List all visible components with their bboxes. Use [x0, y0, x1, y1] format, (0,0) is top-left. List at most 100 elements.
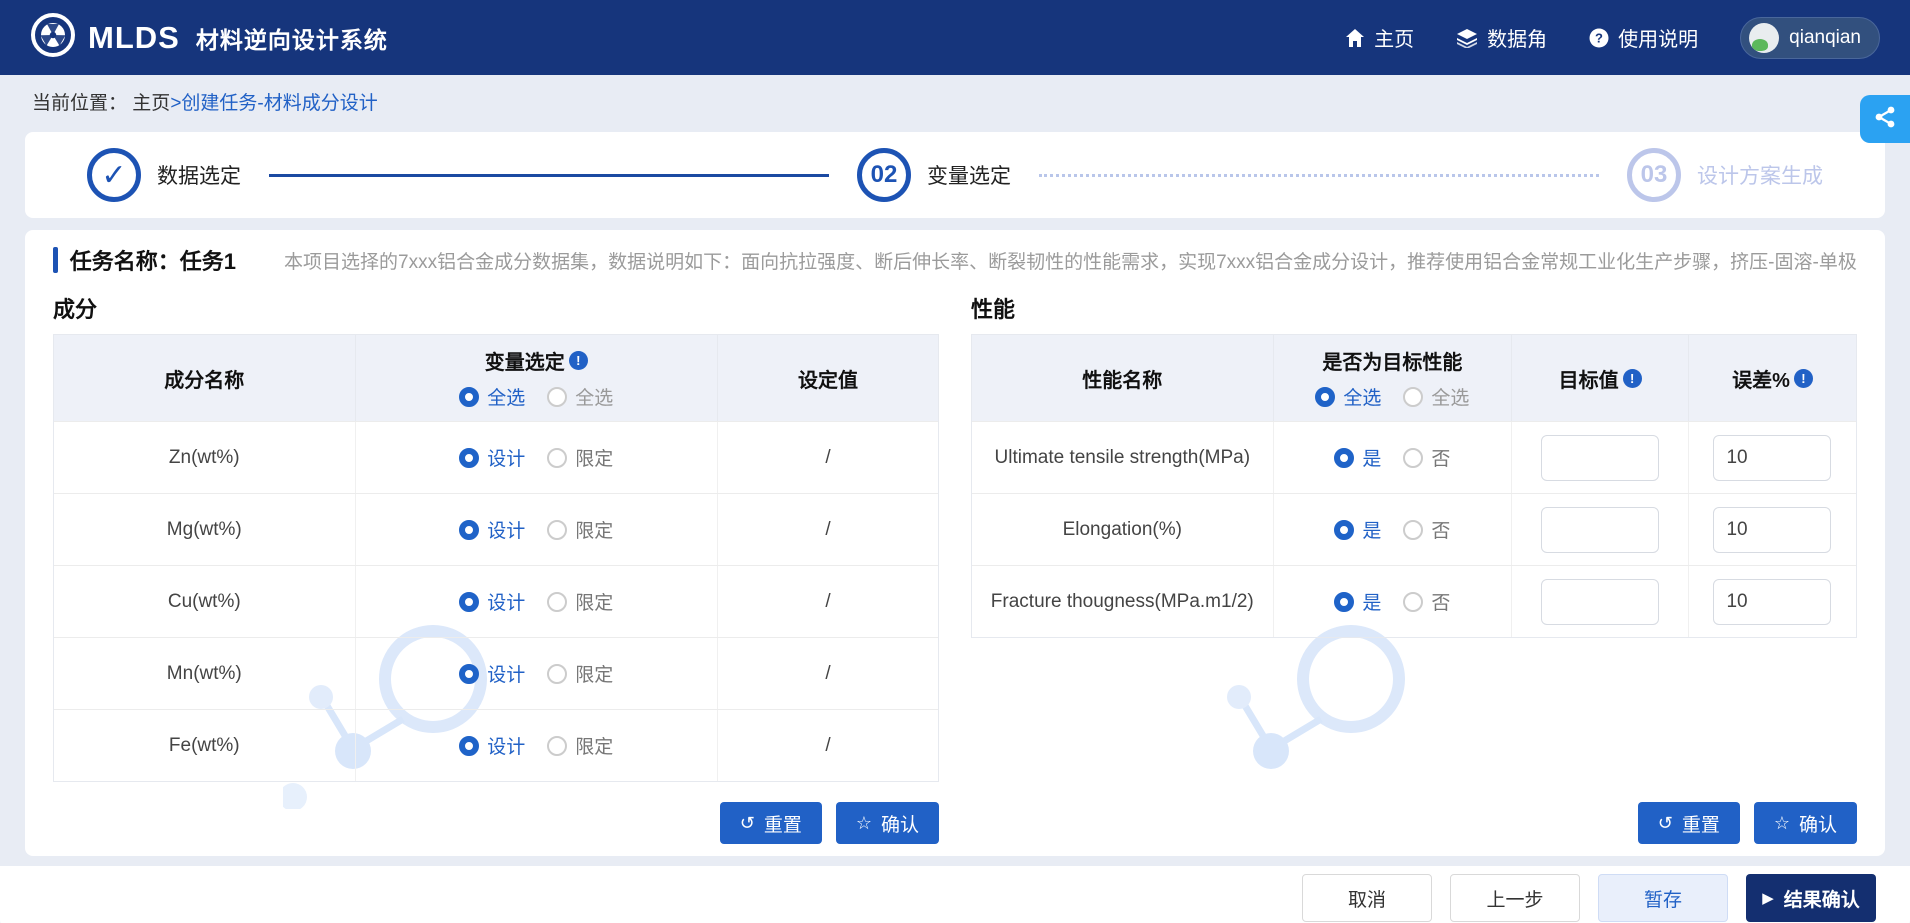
yes-radio[interactable]: 是	[1334, 516, 1381, 543]
no-radio[interactable]: 否	[1403, 444, 1450, 471]
radio-label: 否	[1431, 516, 1450, 543]
help-icon: ?	[1589, 28, 1609, 48]
target-value-input[interactable]	[1541, 579, 1659, 625]
layers-icon	[1456, 28, 1478, 48]
design-radio[interactable]: 设计	[459, 660, 525, 687]
step-1-data-selection: ✓ 数据选定	[87, 148, 241, 202]
target-value-input[interactable]	[1541, 507, 1659, 553]
performance-table-header: 性能名称 是否为目标性能 全选 全选 目标值! 误差%!	[972, 335, 1856, 421]
nav-item-help[interactable]: ? 使用说明	[1589, 23, 1698, 52]
component-name: Mn(wt%)	[167, 663, 242, 685]
set-value: /	[825, 519, 830, 541]
share-float-button[interactable]	[1860, 95, 1910, 143]
yes-radio[interactable]: 是	[1334, 588, 1381, 615]
component-name: Zn(wt%)	[169, 447, 240, 469]
composition-table: 成分名称 变量选定! 全选 全选 设定值 Zn(wt%)	[53, 334, 939, 782]
share-nodes-icon	[1872, 104, 1898, 135]
button-label: 重置	[1682, 810, 1720, 837]
info-icon[interactable]: !	[1794, 369, 1813, 388]
no-radio[interactable]: 否	[1403, 516, 1450, 543]
user-menu[interactable]: qianqian	[1740, 17, 1880, 59]
nav-item-home[interactable]: 主页	[1345, 23, 1414, 52]
target-value-input[interactable]	[1541, 435, 1659, 481]
radio-label: 全选	[487, 383, 525, 410]
design-radio[interactable]: 设计	[459, 516, 525, 543]
performance-panel: 性能 性能名称 是否为目标性能 全选	[971, 284, 1857, 844]
performance-confirm-button[interactable]: ☆ 确认	[1754, 802, 1857, 844]
star-icon: ☆	[1774, 814, 1790, 832]
limit-radio[interactable]: 限定	[547, 660, 613, 687]
table-row: Mg(wt%) 设计 限定 /	[54, 493, 938, 565]
confirm-result-button[interactable]: ▶结果确认	[1746, 874, 1876, 922]
svg-text:?: ?	[1595, 30, 1603, 45]
molecule-watermark	[1201, 619, 1431, 814]
dataset-description: 本项目选择的7xxx铝合金成分数据集，数据说明如下：面向抗拉强度、断后伸长率、断…	[284, 247, 1857, 274]
title-accent-bar	[53, 247, 58, 273]
select-all-limit-radio[interactable]: 全选	[547, 383, 613, 410]
radio-label: 设计	[487, 588, 525, 615]
table-row: Elongation(%) 是 否	[972, 493, 1856, 565]
info-icon[interactable]: !	[569, 351, 588, 370]
radio-label: 设计	[487, 732, 525, 759]
radio-label: 否	[1431, 588, 1450, 615]
design-radio[interactable]: 设计	[459, 444, 525, 471]
table-row: Fracture thougness(MPa.m1/2) 是 否	[972, 565, 1856, 637]
step-connector-dotted	[1039, 174, 1599, 177]
design-radio[interactable]: 设计	[459, 588, 525, 615]
radio-on-icon	[459, 387, 479, 407]
radio-label: 是	[1362, 588, 1381, 615]
task-name-value: 任务1	[180, 244, 236, 276]
info-icon[interactable]: !	[1623, 369, 1642, 388]
limit-radio[interactable]: 限定	[547, 732, 613, 759]
limit-radio[interactable]: 限定	[547, 516, 613, 543]
breadcrumb-current[interactable]: 创建任务-材料成分设计	[181, 93, 377, 114]
breadcrumb-root[interactable]: 主页	[132, 93, 170, 114]
breadcrumb-separator: >	[170, 93, 181, 114]
error-percent-input[interactable]	[1713, 507, 1831, 553]
previous-step-button[interactable]: 上一步	[1450, 874, 1580, 922]
radio-on-icon	[459, 520, 479, 540]
button-label: 确认	[1799, 810, 1837, 837]
button-label: 结果确认	[1784, 885, 1860, 912]
composition-panel: 成分 成分名称 变量选定!	[53, 284, 939, 844]
composition-table-header: 成分名称 变量选定! 全选 全选 设定值	[54, 335, 938, 421]
radio-off-icon	[547, 592, 567, 612]
select-all-no-radio[interactable]: 全选	[1403, 383, 1469, 410]
nav-menu: 主页 数据角 ? 使用说明 qianqian	[1345, 17, 1880, 59]
step-indicator: ✓ 数据选定 02 变量选定 03 设计方案生成	[25, 132, 1885, 218]
radio-on-icon	[1334, 448, 1354, 468]
top-navbar: MLDS 材料逆向设计系统 主页 数据角 ? 使用说明 qianqian	[0, 0, 1910, 75]
error-percent-input[interactable]	[1713, 579, 1831, 625]
step-2-variable-selection: 02 变量选定	[857, 148, 1011, 202]
radio-label: 设计	[487, 444, 525, 471]
radio-off-icon	[547, 520, 567, 540]
radio-off-icon	[1403, 520, 1423, 540]
step-connector-solid	[269, 174, 829, 177]
limit-radio[interactable]: 限定	[547, 588, 613, 615]
design-radio[interactable]: 设计	[459, 732, 525, 759]
limit-radio[interactable]: 限定	[547, 444, 613, 471]
yes-radio[interactable]: 是	[1334, 444, 1381, 471]
composition-reset-button[interactable]: ↺重置	[720, 802, 822, 844]
set-value: /	[825, 591, 830, 613]
error-percent-input[interactable]	[1713, 435, 1831, 481]
cancel-button[interactable]: 取消	[1302, 874, 1432, 922]
reset-icon: ↺	[740, 814, 755, 832]
task-header: 任务名称： 任务1 本项目选择的7xxx铝合金成分数据集，数据说明如下：面向抗拉…	[25, 230, 1885, 284]
composition-confirm-button[interactable]: ☆确认	[836, 802, 939, 844]
radio-on-icon	[459, 592, 479, 612]
performance-reset-button[interactable]: ↺重置	[1638, 802, 1740, 844]
set-value: /	[825, 447, 830, 469]
radio-on-icon	[1315, 387, 1335, 407]
nav-item-data-corner[interactable]: 数据角	[1456, 23, 1547, 52]
radio-off-icon	[547, 664, 567, 684]
save-draft-button[interactable]: 暂存	[1598, 874, 1728, 922]
nav-item-label: 主页	[1374, 23, 1414, 52]
no-radio[interactable]: 否	[1403, 588, 1450, 615]
select-all-yes-radio[interactable]: 全选	[1315, 383, 1381, 410]
select-all-design-radio[interactable]: 全选	[459, 383, 525, 410]
component-name: Fe(wt%)	[169, 735, 240, 757]
user-avatar	[1749, 23, 1779, 53]
performance-select-all: 全选 全选	[1315, 383, 1469, 410]
step-number: 02	[857, 148, 911, 202]
